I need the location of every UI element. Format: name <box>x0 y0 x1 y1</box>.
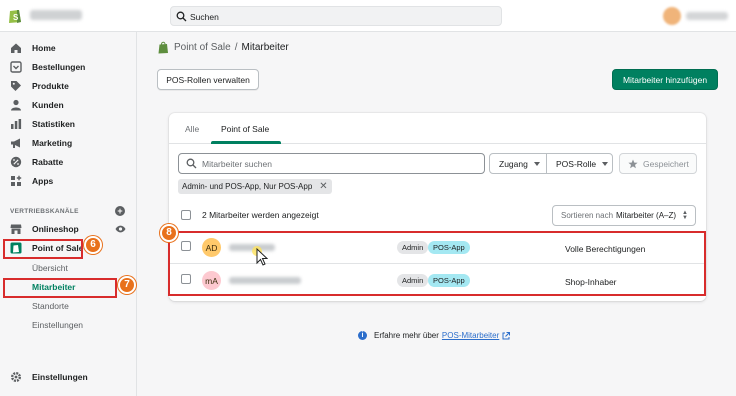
sidebar-item-apps[interactable]: Apps <box>10 173 53 189</box>
gear-icon <box>11 372 21 382</box>
svg-text:S: S <box>13 13 19 22</box>
tab-point-of-sale[interactable]: Point of Sale <box>221 124 269 134</box>
saved-filter-label: Gespeichert <box>643 158 689 169</box>
sidebar-item-home[interactable]: Home <box>10 40 56 56</box>
sales-channels-title: VERTRIEBSKANÄLE <box>10 208 79 215</box>
sidebar-item-label: Onlineshop <box>32 224 79 234</box>
page-title: Mitarbeiter <box>241 42 289 53</box>
apps-icon <box>11 175 22 186</box>
sidebar-item-marketing[interactable]: Marketing <box>10 135 72 151</box>
sidebar-item-settings[interactable]: Einstellungen <box>10 369 88 385</box>
search-placeholder: Suchen <box>190 12 219 22</box>
highlight-staff-rows <box>168 231 706 296</box>
sidebar-subitem-settings[interactable]: Einstellungen <box>32 320 83 330</box>
search-icon <box>176 11 187 22</box>
sidebar-item-customers[interactable]: Kunden <box>10 97 64 113</box>
add-staff-button[interactable]: Mitarbeiter hinzufügen <box>612 69 718 90</box>
learn-more-line: i Erfahre mehr über POS-Mitarbeiter <box>358 331 511 340</box>
pos-role-filter-label: POS-Rolle <box>556 158 597 169</box>
sidebar-item-label: Kunden <box>32 100 64 110</box>
sidebar-item-analytics[interactable]: Statistiken <box>10 116 75 132</box>
pos-bag-icon <box>158 41 168 54</box>
select-all-checkbox[interactable] <box>181 210 191 220</box>
step-badge-8: 8 <box>160 224 178 242</box>
remove-filter-icon[interactable]: ✕ <box>319 181 327 192</box>
sidebar-item-label: Apps <box>32 176 54 186</box>
mouse-cursor-icon <box>252 246 268 266</box>
sidebar-subitem-locations[interactable]: Standorte <box>32 301 69 311</box>
info-icon: i <box>358 331 367 340</box>
orders-icon <box>10 61 22 73</box>
sidebar-item-label: Bestellungen <box>32 62 86 72</box>
sidebar-item-orders[interactable]: Bestellungen <box>10 59 85 75</box>
eye-icon[interactable] <box>115 225 126 233</box>
breadcrumb-separator: / <box>234 42 238 53</box>
user-name-blurred[interactable] <box>686 12 728 20</box>
home-icon <box>11 43 21 53</box>
sidebar-item-label: Marketing <box>32 138 73 148</box>
active-tab-indicator <box>211 141 281 144</box>
step-badge-7: 7 <box>118 276 136 294</box>
top-bar: S Suchen <box>0 0 736 32</box>
global-search-input[interactable]: Suchen <box>170 6 502 26</box>
breadcrumb: Point of Sale / Mitarbeiter <box>158 41 289 54</box>
staff-search-input[interactable]: Mitarbeiter suchen <box>178 153 485 174</box>
tab-all[interactable]: Alle <box>185 124 199 134</box>
caret-down-icon <box>533 161 540 166</box>
external-link-icon <box>502 331 511 339</box>
learn-more-text: Erfahre mehr über <box>374 331 439 340</box>
star-icon <box>628 159 638 168</box>
user-avatar[interactable] <box>663 7 681 25</box>
caret-down-icon <box>602 161 609 166</box>
pos-staff-help-link[interactable]: POS-Mitarbeiter <box>442 331 499 340</box>
sort-value: Mitarbeiter (A–Z) <box>616 211 677 220</box>
highlight-point-of-sale <box>3 239 83 259</box>
sidebar-item-online-store[interactable]: Onlineshop <box>10 221 79 237</box>
sidebar-item-label: Produkte <box>32 81 69 91</box>
sidebar-item-label: Statistiken <box>32 119 75 129</box>
tabs: Alle Point of Sale <box>169 113 706 144</box>
discount-icon <box>10 156 22 168</box>
sort-select[interactable]: Sortieren nach Mitarbeiter (A–Z) ▲ ▼ <box>552 205 696 226</box>
sidebar-item-label: Home <box>32 43 56 53</box>
sidebar-item-products[interactable]: Produkte <box>10 78 69 94</box>
search-icon <box>186 158 197 169</box>
saved-filter-button[interactable]: Gespeichert <box>619 153 697 174</box>
person-icon <box>11 99 21 111</box>
bar-chart-icon <box>11 119 22 129</box>
sidebar-item-label: Rabatte <box>32 157 64 167</box>
step-badge-6: 6 <box>84 236 102 254</box>
store-name-blurred[interactable] <box>30 10 82 20</box>
manage-pos-roles-button[interactable]: POS-Rollen verwalten <box>157 69 259 90</box>
sidebar-item-discounts[interactable]: Rabatte <box>10 154 63 170</box>
sort-prefix: Sortieren nach <box>561 211 614 220</box>
shopify-logo-icon[interactable]: S <box>8 7 22 24</box>
sidebar-item-label: Einstellungen <box>32 372 88 382</box>
sidebar-subitem-overview[interactable]: Übersicht <box>32 263 68 273</box>
staff-search-placeholder: Mitarbeiter suchen <box>202 159 272 169</box>
pos-role-filter-button[interactable]: POS-Rolle <box>546 153 613 174</box>
sort-updown-icon: ▲ ▼ <box>682 210 688 221</box>
tag-icon <box>11 81 21 91</box>
highlight-staff <box>3 278 117 298</box>
access-filter-button[interactable]: Zugang <box>489 153 547 174</box>
breadcrumb-parent-link[interactable]: Point of Sale <box>174 42 231 53</box>
sidebar: Home Bestellungen Produkte Kunden Statis… <box>0 32 137 396</box>
staff-count-label: 2 Mitarbeiter werden angezeigt <box>202 210 319 220</box>
store-icon <box>10 224 22 234</box>
add-channel-plus-icon[interactable]: + <box>115 206 125 216</box>
applied-filter-tag: Admin- und POS-App, Nur POS-App ✕ <box>178 179 332 194</box>
megaphone-icon <box>11 138 20 148</box>
access-filter-label: Zugang <box>499 158 528 169</box>
applied-filter-label: Admin- und POS-App, Nur POS-App <box>182 182 313 191</box>
